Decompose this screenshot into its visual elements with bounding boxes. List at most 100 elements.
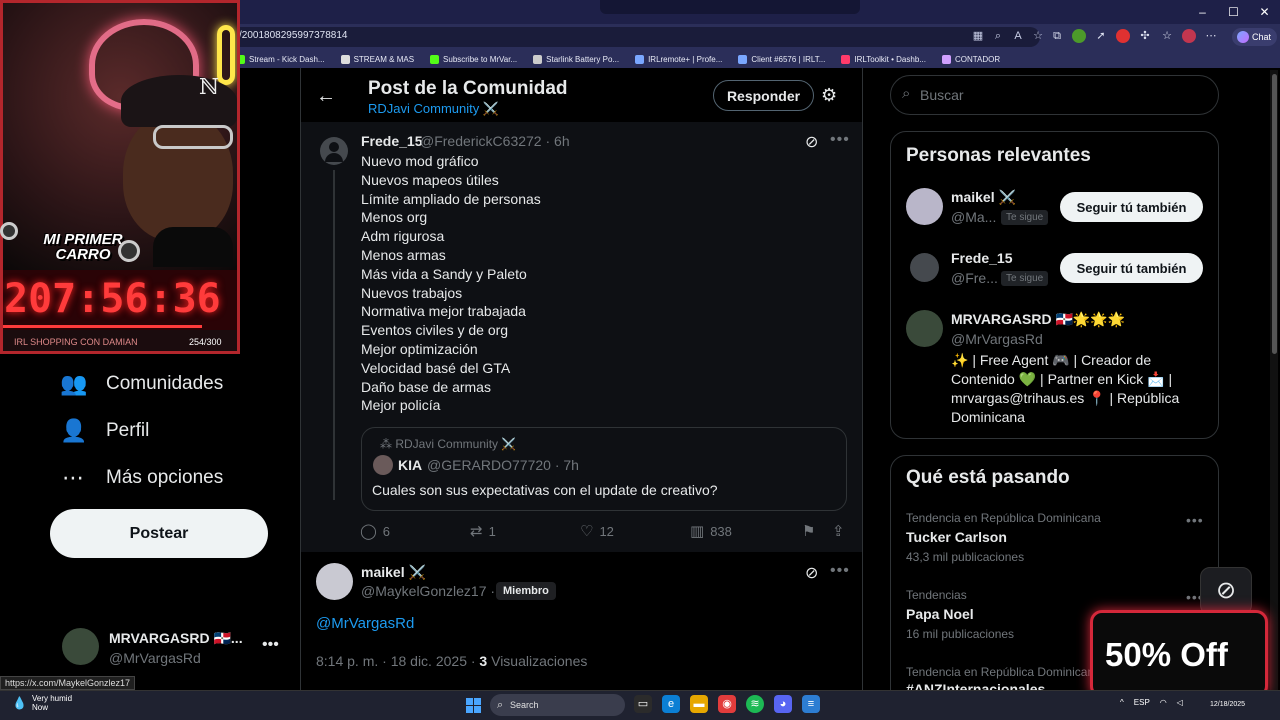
post-line: Más vida a Sandy y Paleto: [361, 265, 527, 282]
nav-communities[interactable]: 👥 Comunidades: [60, 371, 223, 397]
trend-name[interactable]: Tucker Carlson: [906, 529, 1007, 545]
maximize-button[interactable]: ☐: [1218, 0, 1249, 24]
irl-icon: [841, 54, 851, 64]
extension-icon-rocket[interactable]: ➚: [1094, 29, 1108, 43]
nav-profile[interactable]: 👤 Perfil: [60, 418, 149, 444]
bookmark-action[interactable]: ⚑: [802, 522, 815, 540]
edge-browser-icon[interactable]: e: [662, 695, 680, 713]
person-handle[interactable]: @Ma...: [951, 209, 996, 225]
bookmark-label: STREAM & MAS: [353, 54, 415, 64]
bookmark-item[interactable]: Client #6576 | IRLT...: [738, 52, 825, 66]
reply-count: 6: [382, 523, 391, 539]
avatar[interactable]: [906, 310, 943, 347]
language-indicator[interactable]: ESP: [1134, 698, 1150, 707]
extension-icon-green[interactable]: [1072, 29, 1086, 43]
scrollbar-thumb[interactable]: [1272, 74, 1277, 354]
spotify-icon[interactable]: ≋: [746, 695, 764, 713]
notepad-icon[interactable]: ≡: [802, 695, 820, 713]
extension-icon-red[interactable]: [1116, 29, 1130, 43]
search-input[interactable]: [920, 86, 1200, 104]
extensions-puzzle-icon[interactable]: ✣: [1138, 29, 1152, 43]
more-icon[interactable]: •••: [830, 131, 850, 149]
webcam-overlay: ℕ: [0, 0, 240, 270]
person-handle[interactable]: @Fre...: [951, 270, 998, 286]
post-line: Nuevos trabajos: [361, 284, 463, 301]
follow-back-button[interactable]: Seguir tú también: [1060, 253, 1203, 283]
weather-time: Now: [32, 703, 49, 712]
person-name[interactable]: maikel ⚔️: [951, 189, 1016, 206]
nav-more-options[interactable]: ⋯ Más opciones: [60, 465, 223, 491]
reply-author-name[interactable]: maikel ⚔️: [361, 564, 426, 581]
copilot-chat-button[interactable]: Chat: [1232, 28, 1278, 46]
task-view-icon[interactable]: ▭: [634, 695, 652, 713]
favorite-star-icon[interactable]: ☆: [1032, 29, 1044, 43]
bookmark-item[interactable]: Subscribe to MrVar...: [430, 52, 517, 66]
tray-overflow-icon[interactable]: ^: [1120, 698, 1124, 707]
share-action[interactable]: ⇪: [832, 522, 845, 540]
clock-date: 12/18/2025: [1210, 701, 1246, 708]
bookmark-item[interactable]: Stream - Kick Dash...: [236, 52, 325, 66]
bookmark-item[interactable]: IRLToolkit • Dashb...: [841, 52, 926, 66]
more-icon[interactable]: •••: [1186, 512, 1204, 528]
avatar[interactable]: [910, 253, 939, 282]
like-action[interactable]: ♡ 12: [580, 522, 614, 540]
grok-float-icon[interactable]: ⊘: [1200, 567, 1252, 615]
bookmark-item[interactable]: STREAM & MAS: [340, 52, 415, 66]
bookmark-item[interactable]: IRLremote+ | Profe...: [635, 52, 722, 66]
repost-action[interactable]: ⇄ 1: [470, 522, 496, 540]
bookmark-item[interactable]: CONTADOR: [941, 52, 1000, 66]
person-name[interactable]: Frede_15: [951, 250, 1012, 266]
post-button[interactable]: Postear: [50, 509, 268, 558]
minimize-button[interactable]: –: [1187, 0, 1218, 24]
follow-back-button[interactable]: Seguir tú también: [1060, 192, 1203, 222]
post-line: Menos armas: [361, 246, 446, 263]
windows-start-icon[interactable]: [466, 698, 481, 713]
address-bar[interactable]: [230, 27, 1040, 47]
avatar[interactable]: [320, 137, 348, 165]
globe-icon: [738, 54, 748, 64]
system-tray: ^ ESP ◠ ◁: [1120, 698, 1183, 707]
clock[interactable]: 12/18/2025: [1210, 700, 1245, 709]
browser-menu-icon[interactable]: ⋯: [1204, 29, 1218, 43]
more-icon[interactable]: •••: [262, 636, 279, 654]
person-name[interactable]: MRVARGASRD 🇩🇴🌟🌟🌟: [951, 311, 1125, 328]
bookmark-label: IRLremote+ | Profe...: [648, 54, 723, 64]
filter-settings-icon[interactable]: ⚙: [821, 85, 837, 106]
post-author-handle[interactable]: @FrederickC63272 · 6h: [420, 133, 570, 149]
more-icon[interactable]: •••: [830, 562, 850, 580]
volume-icon[interactable]: ◁: [1177, 698, 1183, 707]
read-aloud-icon[interactable]: A: [1012, 29, 1024, 43]
url-text[interactable]: /2001808295997378814: [239, 30, 347, 41]
back-arrow-icon[interactable]: ←: [316, 85, 336, 108]
page-icon: [533, 54, 543, 64]
weather-widget[interactable]: 💧 Very humid Now: [12, 694, 72, 712]
community-link[interactable]: RDJavi Community ⚔️: [368, 101, 499, 117]
trend-name[interactable]: Papa Noel: [906, 606, 974, 622]
wifi-icon[interactable]: ◠: [1160, 698, 1167, 707]
close-window-button[interactable]: ✕: [1249, 0, 1280, 24]
reply-action[interactable]: ◯ 6: [360, 522, 390, 540]
trend-context: Tendencia en República Dominicana: [906, 665, 1101, 679]
avatar[interactable]: [316, 563, 353, 600]
profile-avatar-icon[interactable]: [1182, 29, 1196, 43]
mention-link[interactable]: @MrVargasRd: [316, 615, 414, 632]
avatar[interactable]: [906, 188, 943, 225]
file-explorer-icon[interactable]: ▬: [690, 695, 708, 713]
views-action[interactable]: ▥ 838: [690, 522, 732, 540]
reply-author-handle[interactable]: @MaykelGonzlez17 ·: [361, 583, 495, 599]
bookmark-item[interactable]: Starlink Battery Po...: [533, 52, 619, 66]
like-count: 12: [599, 523, 614, 539]
taskbar-search[interactable]: Search: [490, 694, 625, 716]
chrome-icon[interactable]: ◉: [718, 695, 736, 713]
favorites-icon[interactable]: ☆: [1160, 29, 1174, 43]
apps-icon[interactable]: ▦: [972, 29, 984, 43]
grok-icon[interactable]: ⊘: [805, 563, 818, 583]
reply-button[interactable]: Responder: [713, 80, 814, 111]
collections-icon[interactable]: ⧉: [1050, 29, 1064, 43]
zoom-icon[interactable]: ⌕: [992, 29, 1004, 43]
person-handle[interactable]: @MrVargasRd: [951, 331, 1043, 347]
goal-progress-fill: [3, 325, 202, 328]
post-author-name[interactable]: Frede_15: [361, 133, 422, 149]
discord-icon[interactable]: ◕: [774, 695, 792, 713]
grok-icon[interactable]: ⊘: [805, 132, 818, 152]
